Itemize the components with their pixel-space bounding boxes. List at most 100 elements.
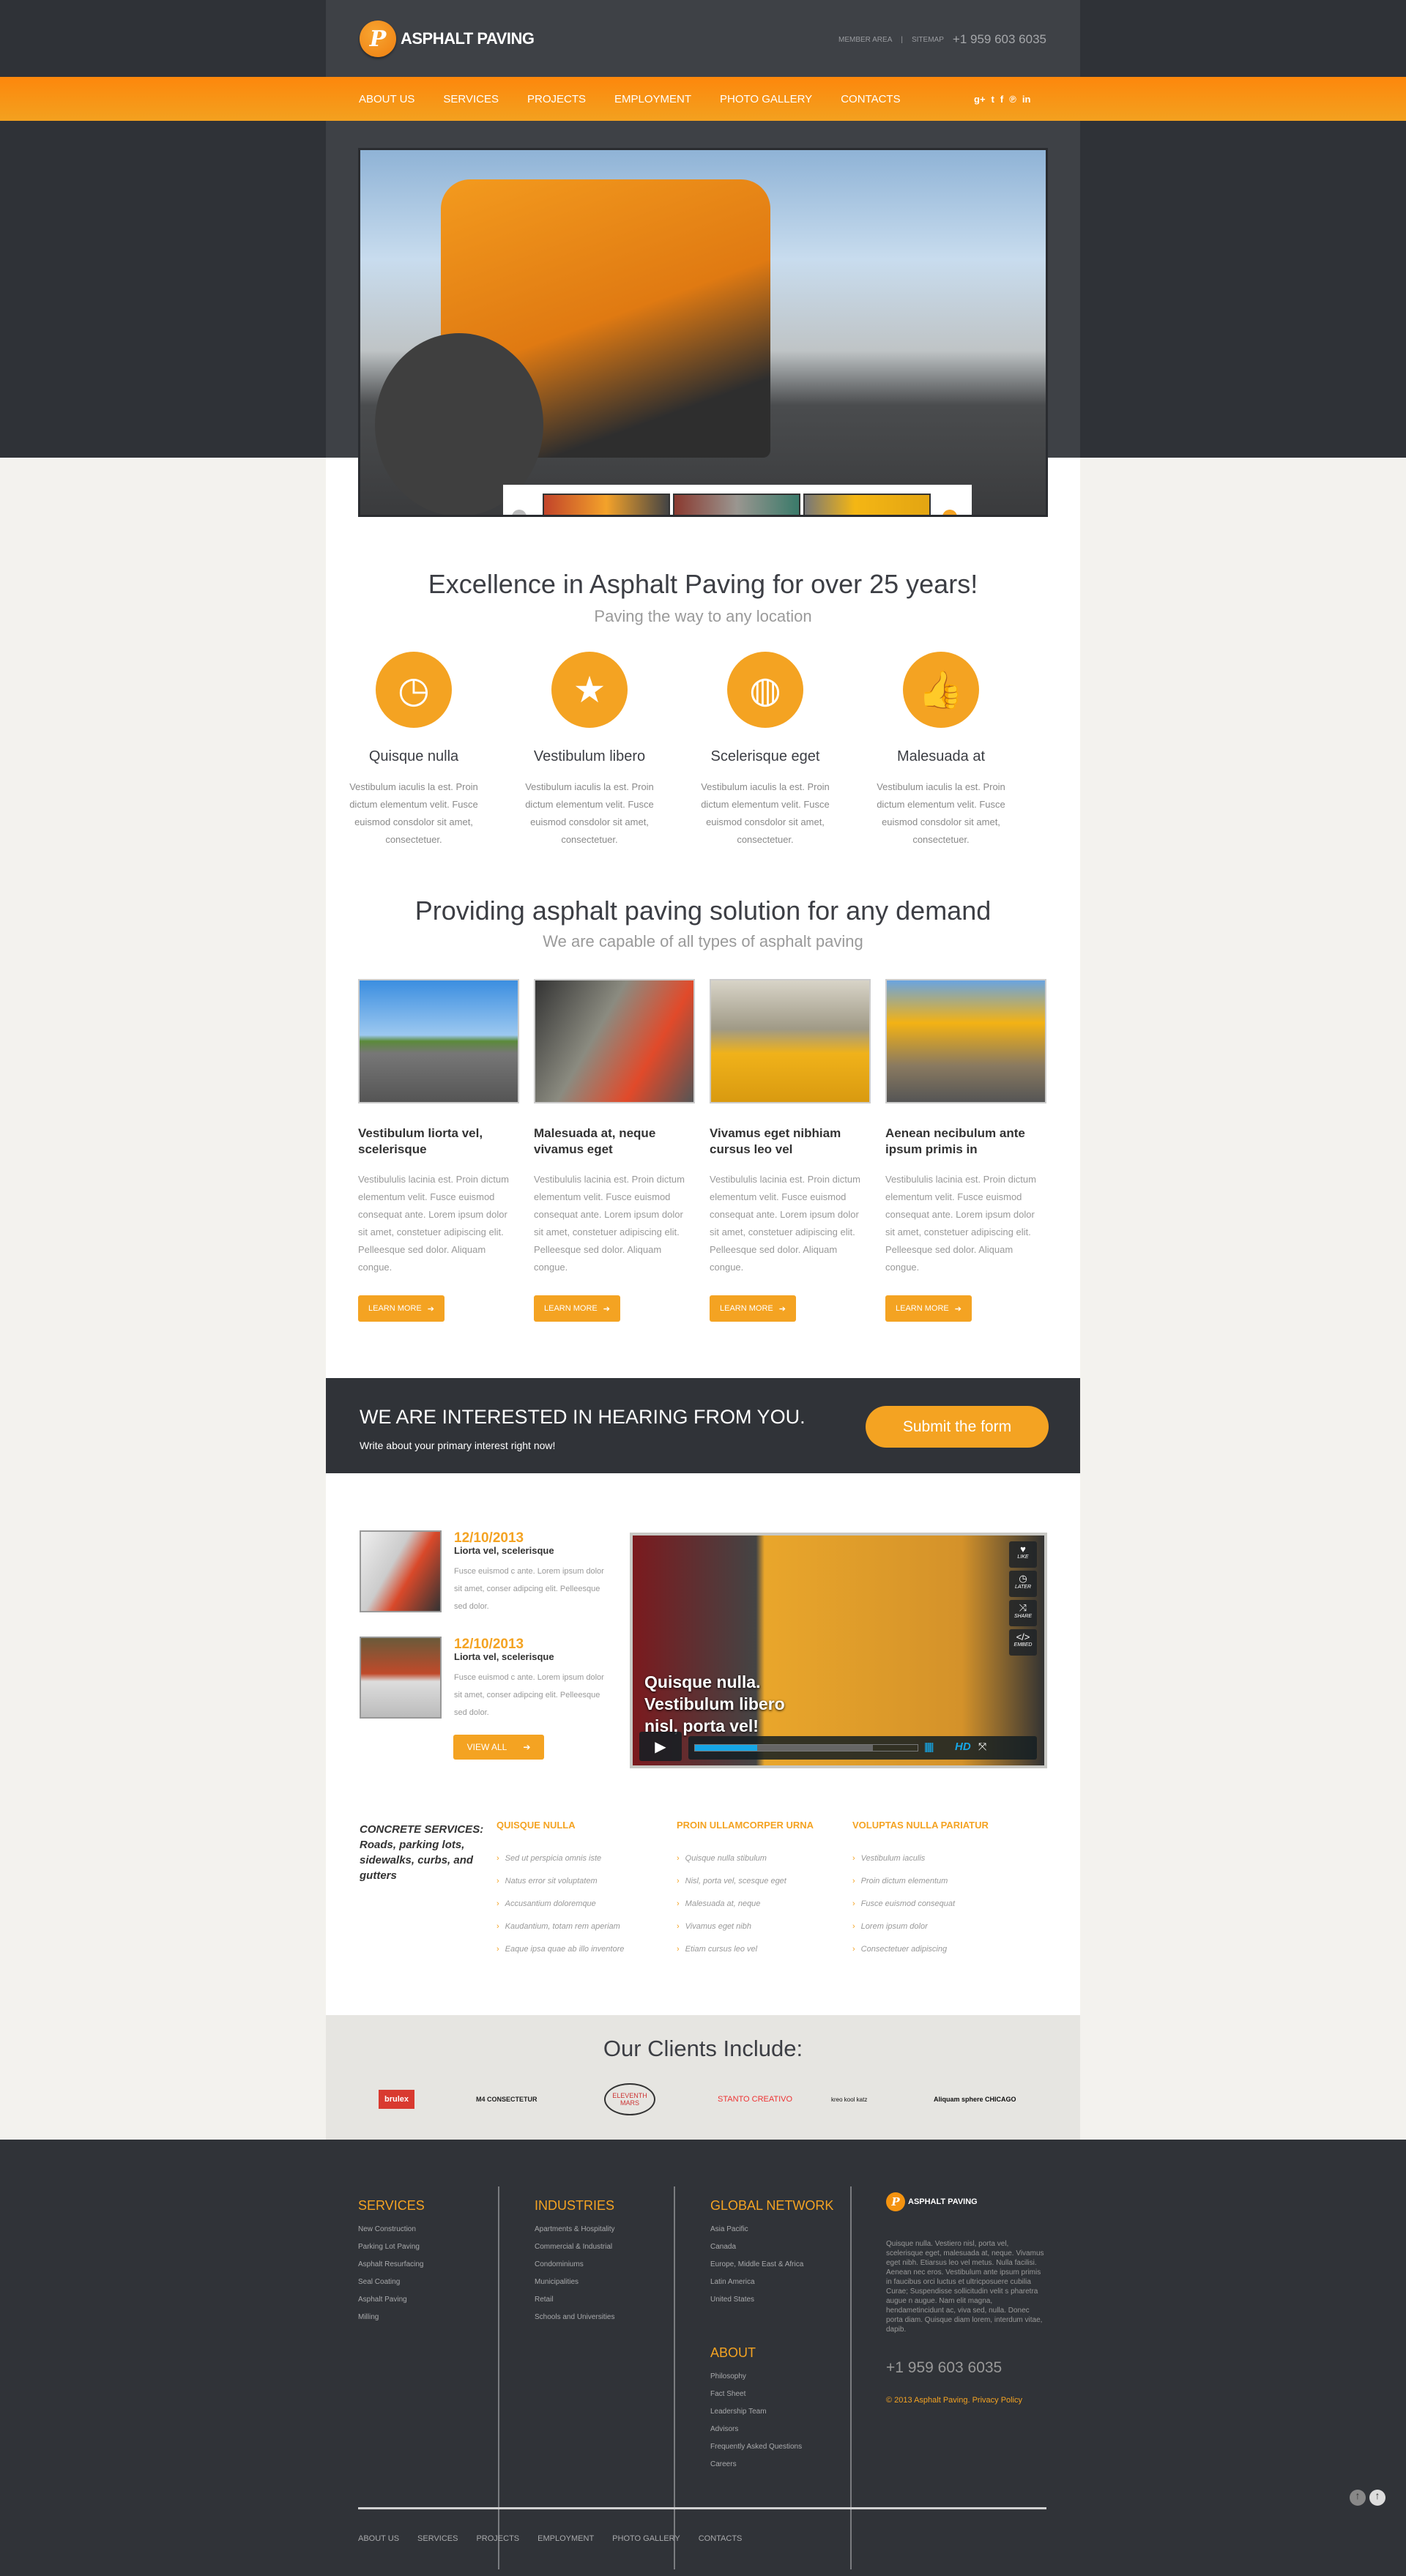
like-button[interactable]: ♥ LIKE — [1009, 1541, 1037, 1568]
chevron-right-icon: › — [496, 1922, 499, 1931]
facebook-icon[interactable]: f — [1000, 94, 1003, 105]
learn-more-button[interactable]: LEARN MORE ➔ — [885, 1295, 972, 1322]
nav-projects[interactable]: PROJECTS — [527, 93, 586, 105]
linkedin-icon[interactable]: in — [1022, 94, 1031, 105]
hero-slider[interactable]: ‹ › — [358, 148, 1048, 517]
learn-more-button[interactable]: LEARN MORE ➔ — [358, 1295, 445, 1322]
member-area-link[interactable]: MEMBER AREA — [838, 36, 892, 44]
news-item[interactable]: 12/10/2013 Liorta vel, scelerisque Fusce e… — [360, 1637, 609, 1721]
footer-link[interactable]: Commercial & Industrial — [535, 2243, 615, 2260]
footer-link[interactable]: Retail — [535, 2296, 615, 2313]
nav-contacts[interactable]: CONTACTS — [841, 93, 900, 105]
footer-nav-link[interactable]: SERVICES — [417, 2534, 458, 2543]
learn-more-button[interactable]: LEARN MORE ➔ — [710, 1295, 796, 1322]
nav-services[interactable]: SERVICES — [443, 93, 499, 105]
footer-link[interactable]: New Construction — [358, 2225, 425, 2243]
next-arrow-icon[interactable]: › — [942, 510, 957, 515]
footer-link[interactable]: Philosophy — [710, 2372, 833, 2390]
thumbnail[interactable] — [543, 494, 670, 515]
services-subtitle: We are capable of all types of asphalt p… — [543, 932, 863, 950]
list-item[interactable]: › Quisque nulla stibulum — [677, 1854, 814, 1877]
footer-link[interactable]: Seal Coating — [358, 2278, 425, 2296]
list-item[interactable]: › Proin dictum elementum — [852, 1877, 989, 1899]
list-item[interactable]: › Consectetuer adipiscing — [852, 1945, 989, 1968]
footer-link[interactable]: Fact Sheet — [710, 2390, 833, 2408]
client-logo[interactable]: Aliquam sphere CHICAGO — [934, 2086, 1022, 2112]
client-logo[interactable]: ELEVENTH MARS — [604, 2083, 655, 2115]
thumbnail[interactable] — [803, 494, 931, 515]
news-item[interactable]: 12/10/2013 Liorta vel, scelerisque Fusce e… — [360, 1530, 609, 1615]
list-item[interactable]: › Vestibulum iaculis — [852, 1854, 989, 1877]
view-all-button[interactable]: VIEW ALL ➔ — [453, 1735, 544, 1760]
footer-nav-link[interactable]: PROJECTS — [476, 2534, 519, 2543]
footer-link[interactable]: Asphalt Resurfacing — [358, 2260, 425, 2278]
list-item[interactable]: › Eaque ipsa quae ab illo inventore — [496, 1945, 624, 1968]
footer-link[interactable]: Asphalt Paving — [358, 2296, 425, 2313]
footer-link[interactable]: Municipalities — [535, 2278, 615, 2296]
list-item[interactable]: › Malesuada at, neque — [677, 1899, 814, 1922]
client-logo[interactable]: STANTO CREATIVO — [718, 2086, 798, 2112]
footer-link[interactable]: Canada — [710, 2243, 833, 2260]
scroll-top-icon[interactable]: ↑ — [1369, 2490, 1385, 2506]
twitter-icon[interactable]: t — [992, 94, 994, 105]
list-item[interactable]: › Accusantium doloremque — [496, 1899, 624, 1922]
list-item[interactable]: › Fusce euismod consequat — [852, 1899, 989, 1922]
privacy-policy-link[interactable]: Privacy Policy — [972, 2396, 1022, 2405]
footer-logo[interactable]: P ASPHALT PAVING — [886, 2192, 1047, 2211]
nav-employment[interactable]: EMPLOYMENT — [614, 93, 691, 105]
thumbnail[interactable] — [673, 494, 800, 515]
client-logo[interactable]: kreo kool katz — [831, 2086, 875, 2112]
client-logo[interactable]: M4 CONSECTETUR — [476, 2086, 538, 2112]
copyright: © 2013 Asphalt Paving. — [886, 2396, 970, 2405]
list-item[interactable]: › Vivamus eget nibh — [677, 1922, 814, 1945]
logo[interactable]: P ASPHALT PAVING — [360, 21, 535, 57]
play-icon[interactable]: ▶ — [639, 1732, 682, 1761]
footer-nav-link[interactable]: EMPLOYMENT — [538, 2534, 594, 2543]
footer-link[interactable]: Advisors — [710, 2425, 833, 2443]
nav-photo-gallery[interactable]: PHOTO GALLERY — [720, 93, 812, 105]
volume-icon[interactable]: ||||||| — [924, 1741, 934, 1752]
footer-link[interactable]: Europe, Middle East & Africa — [710, 2260, 833, 2278]
video-player[interactable]: Quisque nulla. Vestibulum libero nisl, p… — [630, 1533, 1047, 1768]
scroll-up-icon[interactable]: ↑ — [1350, 2490, 1366, 2506]
list-item[interactable]: › Nisl, porta vel, scesque eget — [677, 1877, 814, 1899]
list-item[interactable]: › Natus error sit voluptatem — [496, 1877, 624, 1899]
pinterest-icon[interactable]: ℗ — [1009, 94, 1016, 105]
footer-link[interactable]: Asia Pacific — [710, 2225, 833, 2243]
learn-more-button[interactable]: LEARN MORE ➔ — [534, 1295, 620, 1322]
footer-nav-link[interactable]: CONTACTS — [699, 2534, 743, 2543]
footer-link[interactable]: Latin America — [710, 2278, 833, 2296]
footer-link[interactable]: Frequently Asked Questions — [710, 2443, 833, 2460]
video-controls: ||||||| HD ⤧ — [688, 1736, 1037, 1760]
footer-link[interactable]: Schools and Universities — [535, 2313, 615, 2331]
footer-link[interactable]: Leadership Team — [710, 2408, 833, 2425]
service-card: Aenean necibulum ante ipsum primis in Ves… — [885, 979, 1046, 1322]
later-button[interactable]: ◷ LATER — [1009, 1571, 1037, 1597]
google-plus-icon[interactable]: g+ — [974, 94, 986, 105]
list-item[interactable]: › Sed ut perspicia omnis iste — [496, 1854, 624, 1877]
list-item[interactable]: › Kaudantium, totam rem aperiam — [496, 1922, 624, 1945]
list-item[interactable]: › Lorem ipsum dolor — [852, 1922, 989, 1945]
cta-text: Write about your primary interest right … — [360, 1440, 556, 1451]
cta-banner: WE ARE INTERESTED IN HEARING FROM YOU. W… — [326, 1378, 1080, 1473]
prev-arrow-icon[interactable]: ‹ — [512, 510, 527, 515]
nav-about-us[interactable]: ABOUT US — [359, 93, 414, 105]
embed-button[interactable]: </> EMBED — [1009, 1629, 1037, 1656]
footer-link[interactable]: Apartments & Hospitality — [535, 2225, 615, 2243]
list-item[interactable]: › Etiam cursus leo vel — [677, 1945, 814, 1968]
client-logo[interactable]: brulex — [379, 2090, 415, 2109]
submit-form-button[interactable]: Submit the form — [866, 1406, 1049, 1448]
footer-nav-link[interactable]: ABOUT US — [358, 2534, 399, 2543]
progress-bar[interactable] — [694, 1744, 918, 1752]
footer-link[interactable]: Parking Lot Paving — [358, 2243, 425, 2260]
footer-nav-link[interactable]: PHOTO GALLERY — [612, 2534, 680, 2543]
fullscreen-icon[interactable]: ⤧ — [978, 1741, 986, 1753]
footer-link[interactable]: Milling — [358, 2313, 425, 2331]
footer-link[interactable]: United States — [710, 2296, 833, 2313]
sitemap-link[interactable]: SITEMAP — [912, 36, 944, 44]
arrow-right-icon: ➔ — [954, 1304, 961, 1314]
footer-link[interactable]: Condominiums — [535, 2260, 615, 2278]
footer-link[interactable]: Careers — [710, 2460, 833, 2478]
share-button[interactable]: ⤨ SHARE — [1009, 1600, 1037, 1626]
hd-button[interactable]: HD — [955, 1741, 971, 1753]
